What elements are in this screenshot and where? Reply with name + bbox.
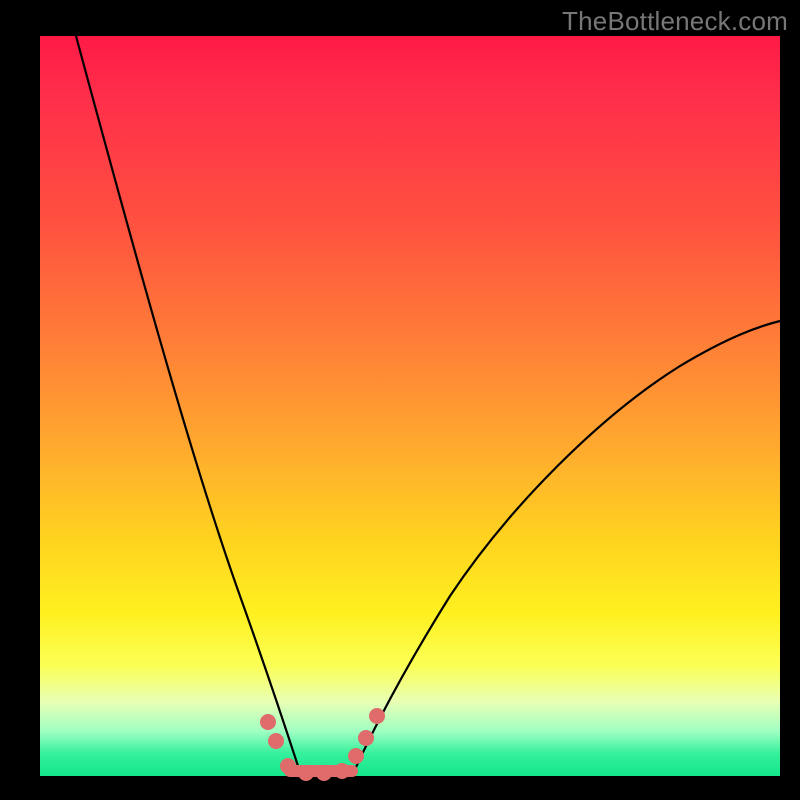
- marker-dot: [348, 748, 364, 764]
- marker-dot: [316, 765, 332, 781]
- right-curve: [352, 321, 780, 776]
- marker-dot: [358, 730, 374, 746]
- plot-area: [40, 36, 780, 776]
- watermark-label: TheBottleneck.com: [562, 6, 788, 37]
- curves-svg: [40, 36, 780, 776]
- marker-dot: [280, 758, 296, 774]
- chart-frame: TheBottleneck.com: [0, 0, 800, 800]
- marker-dot: [260, 714, 276, 730]
- marker-dot: [334, 763, 350, 779]
- marker-dot: [369, 708, 385, 724]
- marker-dot: [298, 765, 314, 781]
- left-curve: [76, 36, 302, 776]
- marker-dot: [268, 733, 284, 749]
